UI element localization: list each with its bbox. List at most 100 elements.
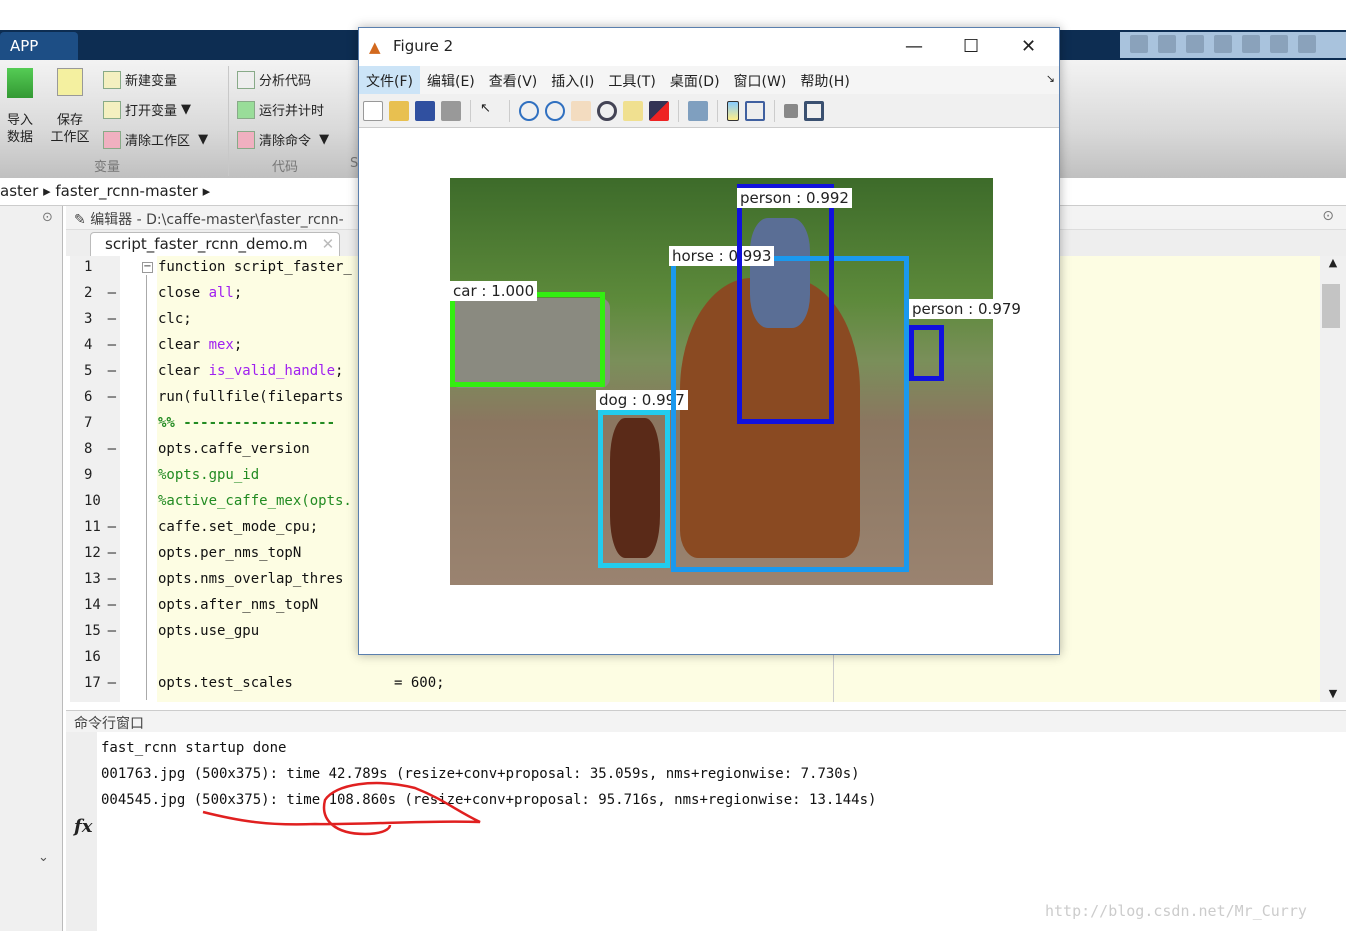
- command-output-line: fast_rcnn startup done: [101, 740, 287, 756]
- menu-window[interactable]: 窗口(W): [727, 66, 794, 94]
- zoom-in-icon[interactable]: [519, 100, 539, 121]
- code-line[interactable]: opts.use_gpu: [158, 623, 259, 639]
- line-number: 7: [84, 415, 93, 431]
- shortcut-icon[interactable]: [1130, 35, 1148, 53]
- zoom-out-icon[interactable]: [545, 100, 565, 121]
- open-icon[interactable]: [389, 100, 409, 121]
- link-icon[interactable]: [688, 100, 708, 121]
- show-plot-tools-icon[interactable]: [804, 100, 824, 121]
- tab-app[interactable]: APP: [0, 32, 78, 60]
- hide-plot-tools-icon[interactable]: [784, 103, 798, 118]
- line-number: 1: [84, 259, 93, 275]
- code-line[interactable]: opts.per_nms_topN: [158, 545, 301, 561]
- run-and-time-button[interactable]: 运行并计时: [237, 100, 324, 119]
- code-line[interactable]: clear mex;: [158, 337, 242, 353]
- code-line[interactable]: caffe.set_mode_cpu;: [158, 519, 318, 535]
- chevron-down-icon[interactable]: ⌄: [38, 850, 49, 865]
- tab-script-faster-rcnn-demo[interactable]: script_faster_rcnn_demo.m ✕: [90, 232, 340, 256]
- pan-icon[interactable]: [571, 100, 591, 121]
- figure-window: ▲ Figure 2 — ☐ ✕ 文件(F) 编辑(E) 查看(V) 插入(I)…: [358, 27, 1060, 655]
- code-line[interactable]: %% ------------------: [158, 415, 335, 431]
- eraser-icon: [103, 130, 121, 149]
- detection-label: person : 0.992: [737, 188, 852, 208]
- code-line[interactable]: close all;: [158, 285, 242, 301]
- close-button[interactable]: ✕: [1021, 36, 1036, 57]
- fold-icon[interactable]: −: [142, 262, 153, 273]
- breakpoint-marker[interactable]: —: [108, 441, 116, 457]
- save-icon[interactable]: [415, 100, 435, 121]
- breadcrumb-item[interactable]: faster_rcnn-master: [55, 182, 197, 200]
- new-variable-button[interactable]: 新建变量: [103, 70, 177, 89]
- bounding-box: [737, 184, 834, 424]
- menu-file[interactable]: 文件(F): [359, 66, 420, 94]
- close-tab-icon[interactable]: ✕: [322, 235, 335, 253]
- analyze-code-button[interactable]: 分析代码: [237, 70, 311, 89]
- menu-insert[interactable]: 插入(I): [544, 66, 601, 94]
- breakpoint-marker[interactable]: —: [108, 623, 116, 639]
- brush-icon[interactable]: [649, 100, 669, 121]
- editor-menu-icon[interactable]: ⊙: [1322, 208, 1334, 224]
- clear-workspace-button[interactable]: 清除工作区 ▼: [103, 130, 208, 149]
- breakpoint-marker[interactable]: —: [108, 519, 116, 535]
- breakpoint-marker[interactable]: —: [108, 597, 116, 613]
- menu-view[interactable]: 查看(V): [482, 66, 545, 94]
- breakpoint-marker[interactable]: —: [108, 285, 116, 301]
- breakpoint-marker[interactable]: —: [108, 311, 116, 327]
- menu-edit[interactable]: 编辑(E): [420, 66, 482, 94]
- bounding-box: [598, 410, 670, 568]
- import-data-button[interactable]: 导入 数据: [2, 68, 38, 146]
- scrollbar-thumb[interactable]: [1322, 284, 1340, 328]
- data-cursor-icon[interactable]: [623, 100, 643, 121]
- copy-icon[interactable]: [1214, 35, 1232, 53]
- code-line[interactable]: %active_caffe_mex(opts.: [158, 493, 352, 509]
- clear-commands-button[interactable]: 清除命令 ▼: [237, 130, 329, 149]
- rotate-icon[interactable]: [597, 100, 617, 121]
- code-line[interactable]: opts.after_nms_topN: [158, 597, 318, 613]
- paste-icon[interactable]: [1242, 35, 1260, 53]
- code-line[interactable]: opts.caffe_version: [158, 441, 310, 457]
- run-time-icon: [237, 100, 255, 119]
- redo-icon[interactable]: [1298, 35, 1316, 53]
- breadcrumb-item[interactable]: aster: [0, 182, 38, 200]
- print-icon[interactable]: [441, 100, 461, 121]
- code-line[interactable]: clear is_valid_handle;: [158, 363, 343, 379]
- breakpoint-marker[interactable]: —: [108, 363, 116, 379]
- code-line[interactable]: run(fullfile(fileparts: [158, 389, 343, 405]
- code-line[interactable]: clc;: [158, 311, 192, 327]
- colorbar-icon[interactable]: [727, 100, 739, 121]
- dock-icon[interactable]: ↘: [1046, 72, 1055, 85]
- maximize-button[interactable]: ☐: [963, 36, 979, 57]
- open-variable-button[interactable]: 打开变量 ▼: [103, 100, 191, 119]
- save-workspace-button[interactable]: 保存 工作区: [48, 68, 92, 146]
- line-number: 9: [84, 467, 93, 483]
- save-icon[interactable]: [1158, 35, 1176, 53]
- command-window-header: 命令行窗口: [66, 710, 1346, 732]
- panel-menu-icon[interactable]: ⊙: [42, 210, 53, 225]
- legend-icon[interactable]: [745, 100, 765, 121]
- line-number: 11—: [84, 519, 116, 535]
- breakpoint-marker[interactable]: —: [108, 545, 116, 561]
- menu-help[interactable]: 帮助(H): [793, 66, 856, 94]
- cut-icon[interactable]: [1186, 35, 1204, 53]
- bounding-box: [909, 325, 944, 381]
- code-line[interactable]: opts.nms_overlap_thres: [158, 571, 343, 587]
- code-line[interactable]: opts.test_scales = 600;: [158, 675, 445, 691]
- fx-prompt-icon[interactable]: fx: [74, 816, 92, 837]
- minimize-button[interactable]: —: [905, 36, 923, 57]
- undo-icon[interactable]: [1270, 35, 1288, 53]
- breakpoint-marker[interactable]: —: [108, 571, 116, 587]
- breakpoint-marker[interactable]: —: [108, 389, 116, 405]
- line-number: 8—: [84, 441, 116, 457]
- detection-label: person : 0.979: [909, 299, 1024, 319]
- figure-menubar: 文件(F) 编辑(E) 查看(V) 插入(I) 工具(T) 桌面(D) 窗口(W…: [359, 66, 1059, 94]
- pointer-icon[interactable]: ↖: [480, 101, 500, 121]
- code-line[interactable]: function script_faster_: [158, 259, 352, 275]
- menu-desktop[interactable]: 桌面(D): [663, 66, 727, 94]
- line-number: 10: [84, 493, 101, 509]
- menu-tools[interactable]: 工具(T): [601, 66, 662, 94]
- group-label-code: 代码: [272, 160, 299, 175]
- code-line[interactable]: %opts.gpu_id: [158, 467, 259, 483]
- new-icon[interactable]: [363, 100, 383, 121]
- breakpoint-marker[interactable]: —: [108, 675, 116, 691]
- breakpoint-marker[interactable]: —: [108, 337, 116, 353]
